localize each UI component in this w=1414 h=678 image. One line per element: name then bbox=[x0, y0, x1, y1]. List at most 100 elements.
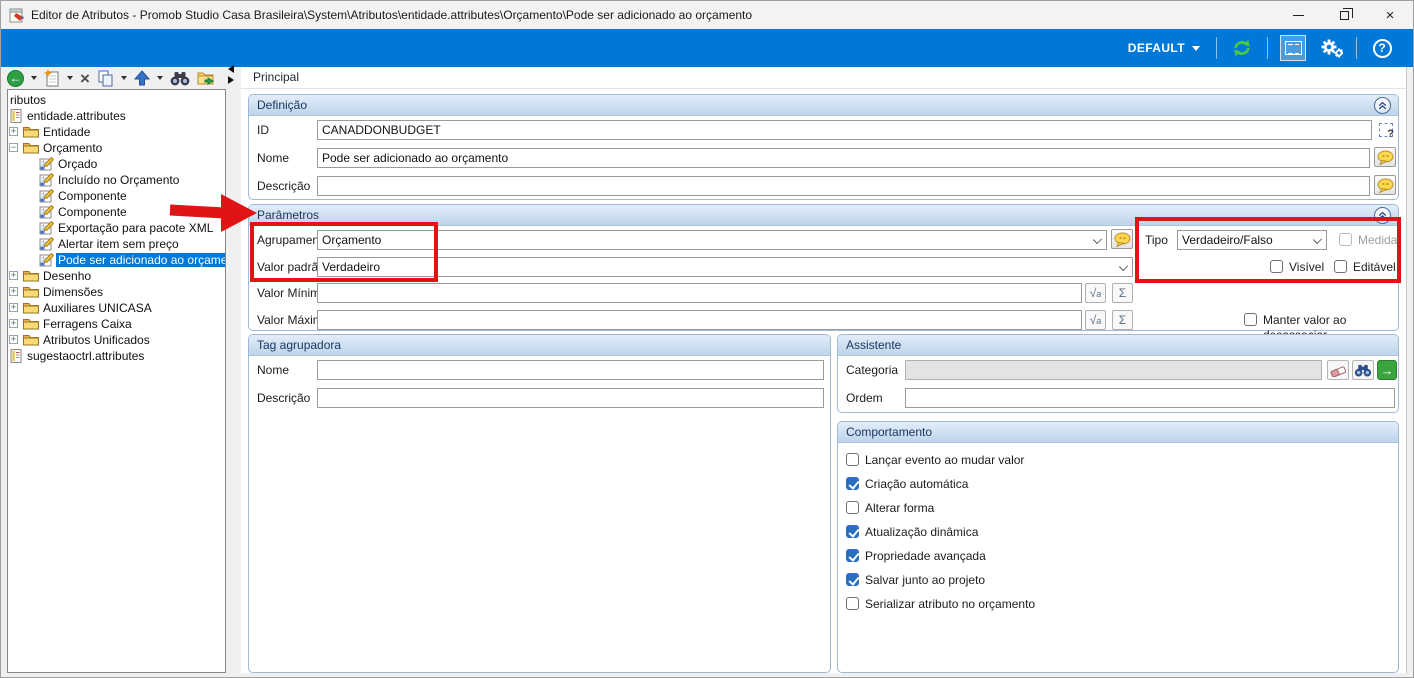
valor-minimo-formula-button[interactable]: √a bbox=[1085, 283, 1106, 303]
option-checkbox[interactable] bbox=[846, 477, 859, 490]
folder-icon bbox=[23, 317, 39, 330]
new-item-button[interactable] bbox=[42, 68, 62, 88]
move-up-button[interactable] bbox=[132, 68, 152, 88]
agrupamento-comment-button[interactable] bbox=[1111, 229, 1133, 249]
visivel-label: Visível bbox=[1289, 260, 1324, 275]
copy-dropdown-caret-icon[interactable] bbox=[121, 76, 127, 80]
find-button[interactable] bbox=[168, 68, 192, 88]
option-checkbox[interactable] bbox=[846, 573, 859, 586]
copy-icon bbox=[97, 70, 114, 87]
tree-expander-icon[interactable] bbox=[9, 271, 18, 280]
tab-principal[interactable]: Principal bbox=[253, 70, 299, 84]
tree-expander-icon[interactable] bbox=[9, 335, 18, 344]
attribute-icon bbox=[39, 221, 54, 235]
option-checkbox[interactable] bbox=[846, 597, 859, 610]
section-parametros: Parâmetros Agrupamento Orçamento Valor p… bbox=[248, 204, 1399, 331]
profile-selector[interactable]: DEFAULT bbox=[1128, 41, 1200, 55]
back-dropdown-caret-icon[interactable] bbox=[31, 76, 37, 80]
tree-expander-icon[interactable] bbox=[9, 319, 18, 328]
descricao-input[interactable] bbox=[317, 176, 1370, 196]
valor-minimo-sum-button[interactable]: Σ bbox=[1112, 283, 1133, 303]
tag-nome-input[interactable] bbox=[317, 360, 824, 380]
option-checkbox[interactable] bbox=[846, 549, 859, 562]
valor-maximo-input[interactable] bbox=[317, 310, 1082, 330]
valor-maximo-formula-button[interactable]: √a bbox=[1085, 310, 1106, 330]
tree-item[interactable]: Componente bbox=[8, 188, 225, 204]
properties-panel-button[interactable] bbox=[1280, 35, 1306, 61]
collapse-section-button[interactable] bbox=[1374, 97, 1391, 114]
moveup-dropdown-caret-icon[interactable] bbox=[157, 76, 163, 80]
option-checkbox[interactable] bbox=[846, 525, 859, 538]
tree-expander-icon[interactable] bbox=[9, 127, 18, 136]
settings-button[interactable] bbox=[1318, 35, 1344, 61]
tree-item[interactable]: Orçado bbox=[8, 156, 225, 172]
tipo-combobox[interactable]: Verdadeiro/Falso bbox=[1177, 230, 1327, 250]
nome-comment-button[interactable] bbox=[1374, 147, 1396, 167]
app-icon bbox=[9, 7, 25, 23]
id-input[interactable] bbox=[317, 120, 1372, 140]
valor-maximo-sum-button[interactable]: Σ bbox=[1112, 310, 1133, 330]
tree-item[interactable]: Orçamento bbox=[8, 140, 225, 156]
tree-item[interactable]: sugestaoctrl.attributes bbox=[8, 348, 225, 364]
tag-descricao-input[interactable] bbox=[317, 388, 824, 408]
tree-item[interactable]: Alertar item sem preço bbox=[8, 236, 225, 252]
new-dropdown-caret-icon[interactable] bbox=[67, 76, 73, 80]
comportamento-option[interactable]: Atualização dinâmica bbox=[838, 520, 1398, 544]
tree-expander-icon[interactable] bbox=[9, 287, 18, 296]
panel-splitter[interactable] bbox=[228, 63, 240, 85]
categoria-clear-button[interactable] bbox=[1327, 360, 1349, 380]
option-checkbox[interactable] bbox=[846, 453, 859, 466]
minimize-button[interactable] bbox=[1275, 1, 1321, 29]
tree-item[interactable]: Incluído no Orçamento bbox=[8, 172, 225, 188]
agrupamento-combobox[interactable]: Orçamento bbox=[317, 230, 1107, 250]
nome-input[interactable] bbox=[317, 148, 1370, 168]
tree-item[interactable]: Componente bbox=[8, 204, 225, 220]
tree-item[interactable]: Entidade bbox=[8, 124, 225, 140]
comportamento-option[interactable]: Propriedade avançada bbox=[838, 544, 1398, 568]
tree-item[interactable]: Exportação para pacote XML bbox=[8, 220, 225, 236]
valor-minimo-input[interactable] bbox=[317, 283, 1082, 303]
export-button[interactable] bbox=[195, 68, 219, 88]
section-title: Definição bbox=[257, 98, 307, 112]
tree-item[interactable]: ributos bbox=[8, 92, 225, 108]
tree-item[interactable]: Dimensões bbox=[8, 284, 225, 300]
tree-item[interactable]: Desenho bbox=[8, 268, 225, 284]
tree-expander-icon[interactable] bbox=[9, 143, 18, 152]
comportamento-option[interactable]: Salvar junto ao projeto bbox=[838, 568, 1398, 592]
valor-padrao-combobox[interactable]: Verdadeiro bbox=[317, 257, 1133, 277]
collapse-section-button[interactable] bbox=[1374, 207, 1391, 224]
medida-checkbox[interactable] bbox=[1339, 233, 1352, 246]
categoria-go-button[interactable]: → bbox=[1377, 360, 1397, 380]
ordem-input[interactable] bbox=[905, 388, 1395, 408]
comportamento-option[interactable]: Criação automática bbox=[838, 472, 1398, 496]
tree-item-label: Entidade bbox=[41, 125, 92, 139]
help-button[interactable]: ? bbox=[1369, 35, 1395, 61]
id-picker-button[interactable] bbox=[1375, 120, 1397, 140]
comportamento-option[interactable]: Alterar forma bbox=[838, 496, 1398, 520]
tree-item[interactable]: Ferragens Caixa bbox=[8, 316, 225, 332]
editavel-checkbox[interactable] bbox=[1334, 260, 1347, 273]
back-button[interactable]: ← bbox=[5, 68, 26, 88]
option-checkbox[interactable] bbox=[846, 501, 859, 514]
delete-button[interactable]: × bbox=[78, 68, 92, 88]
close-button[interactable]: × bbox=[1367, 1, 1413, 29]
tree-item[interactable]: Auxiliares UNICASA bbox=[8, 300, 225, 316]
expand-right-icon[interactable] bbox=[228, 76, 234, 84]
comportamento-option[interactable]: Lançar evento ao mudar valor bbox=[838, 448, 1398, 472]
manter-valor-checkbox[interactable] bbox=[1244, 313, 1257, 326]
tree-item-label: Ferragens Caixa bbox=[41, 317, 134, 331]
copy-button[interactable] bbox=[95, 68, 116, 88]
tree-item[interactable]: Atributos Unificados bbox=[8, 332, 225, 348]
restore-button[interactable] bbox=[1321, 1, 1367, 29]
descricao-comment-button[interactable] bbox=[1374, 175, 1396, 195]
comportamento-option[interactable]: Serializar atributo no orçamento bbox=[838, 592, 1398, 616]
find-binoculars-icon bbox=[170, 71, 190, 86]
tree-expander-icon[interactable] bbox=[9, 303, 18, 312]
refresh-button[interactable] bbox=[1229, 35, 1255, 61]
tree-item[interactable]: entidade.attributes bbox=[8, 108, 225, 124]
tree-item[interactable]: Pode ser adicionado ao orçamento bbox=[8, 252, 225, 268]
visivel-checkbox[interactable] bbox=[1270, 260, 1283, 273]
collapse-left-icon[interactable] bbox=[228, 65, 234, 73]
document-icon bbox=[10, 349, 23, 363]
categoria-search-button[interactable] bbox=[1352, 360, 1374, 380]
